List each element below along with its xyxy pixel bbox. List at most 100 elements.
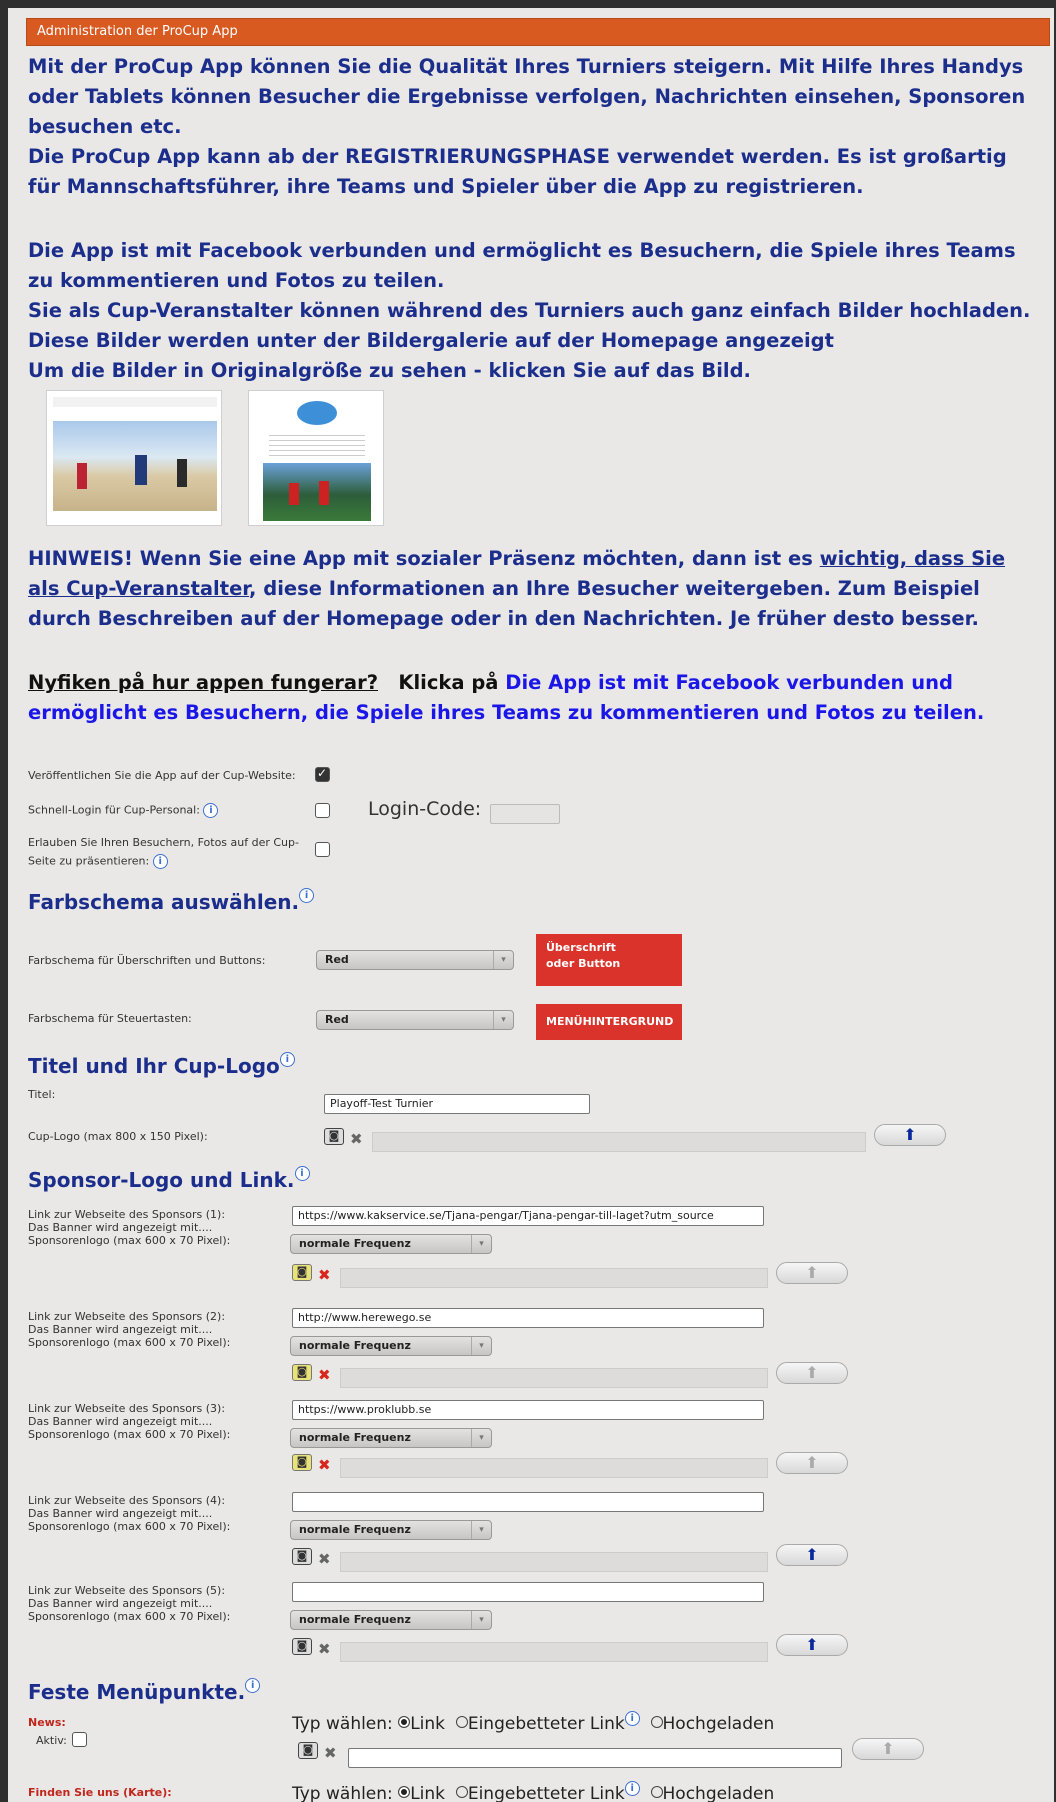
login-code-label: Login-Code: bbox=[368, 798, 482, 820]
info-icon[interactable]: i bbox=[152, 854, 168, 869]
sponsor-link-input[interactable]: https://www.proklubb.se bbox=[292, 1400, 764, 1420]
photos-label-line1: Erlauben Sie Ihren Besuchern, Fotos auf … bbox=[28, 836, 299, 849]
radio-link[interactable] bbox=[398, 1786, 411, 1798]
intro-paragraph-3: Die App ist mit Facebook verbunden und e… bbox=[28, 239, 1016, 292]
app-screenshot-thumbnail-1[interactable] bbox=[46, 390, 222, 526]
news-type-selector: Typ wählen: Link Eingebetteter Link i Hoc… bbox=[292, 1710, 775, 1734]
sponsor-logo-file-field[interactable] bbox=[340, 1642, 768, 1662]
app-admin-panel: Administration der ProCup App Mit der Pr… bbox=[8, 8, 1054, 1802]
nyfiken-text: Nyfiken på hur appen fungerar? Klicka på… bbox=[28, 671, 985, 724]
intro-paragraph-1: Mit der ProCup App können Sie die Qualit… bbox=[28, 55, 1026, 138]
camera-icon[interactable]: ◙ bbox=[292, 1638, 312, 1655]
sponsor-logo-label: Sponsorenlogo (max 600 x 70 Pixel): bbox=[28, 1610, 231, 1623]
info-icon[interactable]: i bbox=[299, 888, 315, 903]
radio-uploaded[interactable] bbox=[650, 1786, 663, 1798]
sponsor-frequency-select[interactable]: normale Frequenz ▾ bbox=[290, 1234, 492, 1254]
chevron-down-icon: ▾ bbox=[471, 1235, 491, 1253]
delete-icon[interactable]: ✖ bbox=[350, 1132, 363, 1147]
news-upload-button[interactable]: ⬆ bbox=[852, 1738, 924, 1760]
sponsor-logo-label: Sponsorenlogo (max 600 x 70 Pixel): bbox=[28, 1520, 231, 1533]
camera-icon[interactable]: ◙ bbox=[292, 1364, 312, 1381]
sponsor-logo-label: Sponsorenlogo (max 600 x 70 Pixel): bbox=[28, 1234, 231, 1247]
chevron-down-icon: ▾ bbox=[471, 1611, 491, 1629]
sponsor-banner-label: Das Banner wird angezeigt mit.... bbox=[28, 1221, 213, 1234]
camera-icon[interactable]: ◙ bbox=[292, 1454, 312, 1471]
sponsor-link-input[interactable] bbox=[292, 1582, 764, 1602]
titel-input[interactable]: Playoff-Test Turnier bbox=[324, 1094, 590, 1114]
news-aktiv-checkbox[interactable] bbox=[72, 1732, 87, 1747]
info-icon[interactable]: i bbox=[279, 1052, 295, 1067]
sponsor-frequency-select[interactable]: normale Frequenz ▾ bbox=[290, 1520, 492, 1540]
controls-color-preview: MENÜHINTERGRUND bbox=[536, 1004, 682, 1040]
controls-color-label: Farbschema für Steuertasten: bbox=[28, 1012, 192, 1025]
camera-icon[interactable]: ◙ bbox=[292, 1548, 312, 1565]
info-icon[interactable]: i bbox=[624, 1710, 640, 1726]
delete-icon[interactable]: ✖ bbox=[324, 1746, 337, 1761]
sponsor-frequency-select[interactable]: normale Frequenz ▾ bbox=[290, 1336, 492, 1356]
sponsor-logo-file-field[interactable] bbox=[340, 1458, 768, 1478]
delete-icon[interactable]: ✖ bbox=[318, 1268, 331, 1283]
sponsor-logo-file-field[interactable] bbox=[340, 1268, 768, 1288]
publish-label: Veröffentlichen Sie die App auf der Cup-… bbox=[28, 769, 296, 782]
info-icon[interactable]: i bbox=[294, 1166, 310, 1181]
cup-logo-upload-button[interactable]: ⬆ bbox=[874, 1124, 946, 1146]
section-header: Administration der ProCup App bbox=[26, 18, 1050, 46]
delete-icon[interactable]: ✖ bbox=[318, 1552, 331, 1567]
radio-link[interactable] bbox=[398, 1716, 411, 1728]
sponsor-link-input[interactable]: http://www.herewego.se bbox=[292, 1308, 764, 1328]
headings-color-label: Farbschema für Überschriften und Buttons… bbox=[28, 954, 266, 967]
camera-icon[interactable]: ◙ bbox=[292, 1264, 312, 1281]
sponsor-logo-file-field[interactable] bbox=[340, 1368, 768, 1388]
quick-login-label: Schnell-Login für Cup-Personal: i bbox=[28, 803, 219, 818]
chevron-down-icon: ▾ bbox=[471, 1521, 491, 1539]
delete-icon[interactable]: ✖ bbox=[318, 1368, 331, 1383]
sponsor-upload-button[interactable]: ⬆ bbox=[776, 1544, 848, 1566]
sponsor-banner-label: Das Banner wird angezeigt mit.... bbox=[28, 1597, 213, 1610]
photos-label-line2: Seite zu präsentieren: i bbox=[28, 854, 168, 869]
camera-icon[interactable]: ◙ bbox=[298, 1742, 318, 1759]
sponsor-banner-label: Das Banner wird angezeigt mit.... bbox=[28, 1415, 213, 1428]
publish-checkbox[interactable] bbox=[315, 766, 330, 782]
finden-type-selector: Typ wählen: Link Eingebetteter Link i Hoc… bbox=[292, 1780, 775, 1802]
sponsor-upload-button[interactable]: ⬆ bbox=[776, 1362, 848, 1384]
sponsor-link-input[interactable]: https://www.kakservice.se/Tjana-pengar/T… bbox=[292, 1206, 764, 1226]
sponsor-upload-button[interactable]: ⬆ bbox=[776, 1262, 848, 1284]
delete-icon[interactable]: ✖ bbox=[318, 1642, 331, 1657]
quick-login-checkbox[interactable] bbox=[315, 803, 330, 818]
titel-label: Titel: bbox=[28, 1088, 56, 1101]
radio-embedded[interactable] bbox=[455, 1716, 468, 1728]
nyfiken-question: Nyfiken på hur appen fungerar? bbox=[28, 671, 379, 694]
radio-uploaded[interactable] bbox=[650, 1716, 663, 1728]
headings-color-select[interactable]: Red ▾ bbox=[316, 950, 514, 970]
info-icon[interactable]: i bbox=[245, 1678, 261, 1693]
sponsor-link-input[interactable] bbox=[292, 1492, 764, 1512]
chevron-down-icon: ▾ bbox=[471, 1337, 491, 1355]
sponsor-link-label: Link zur Webseite des Sponsors (2): bbox=[28, 1310, 226, 1323]
sponsor-logo-file-field[interactable] bbox=[340, 1552, 768, 1572]
chevron-down-icon: ▾ bbox=[493, 1011, 513, 1029]
login-code-input[interactable] bbox=[490, 804, 560, 824]
title-logo-section-title: Titel und Ihr Cup-Logo i bbox=[28, 1052, 295, 1078]
sponsor-upload-button[interactable]: ⬆ bbox=[776, 1452, 848, 1474]
sponsor-banner-label: Das Banner wird angezeigt mit.... bbox=[28, 1323, 213, 1336]
sponsor-frequency-select[interactable]: normale Frequenz ▾ bbox=[290, 1428, 492, 1448]
intro-text: Mit der ProCup App können Sie die Qualit… bbox=[28, 52, 1038, 202]
info-icon[interactable]: i bbox=[624, 1780, 640, 1796]
app-screenshot-thumbnail-2[interactable] bbox=[248, 390, 384, 526]
finden-label: Finden Sie uns (Karte): bbox=[28, 1786, 172, 1799]
sponsor-banner-label: Das Banner wird angezeigt mit.... bbox=[28, 1507, 213, 1520]
delete-icon[interactable]: ✖ bbox=[318, 1458, 331, 1473]
news-label: News: bbox=[28, 1716, 66, 1729]
controls-color-select[interactable]: Red ▾ bbox=[316, 1010, 514, 1030]
news-file-field[interactable] bbox=[348, 1748, 842, 1768]
info-icon[interactable]: i bbox=[203, 803, 219, 818]
cup-logo-file-field[interactable] bbox=[372, 1132, 866, 1152]
sponsor-upload-button[interactable]: ⬆ bbox=[776, 1634, 848, 1656]
sponsor-link-label: Link zur Webseite des Sponsors (3): bbox=[28, 1402, 226, 1415]
cup-logo-label: Cup-Logo (max 800 x 150 Pixel): bbox=[28, 1130, 208, 1143]
sponsor-frequency-select[interactable]: normale Frequenz ▾ bbox=[290, 1610, 492, 1630]
headings-color-preview: Überschrift oder Button bbox=[536, 934, 682, 986]
photos-checkbox[interactable] bbox=[315, 842, 330, 857]
camera-icon[interactable]: ◙ bbox=[324, 1128, 344, 1145]
radio-embedded[interactable] bbox=[455, 1786, 468, 1798]
